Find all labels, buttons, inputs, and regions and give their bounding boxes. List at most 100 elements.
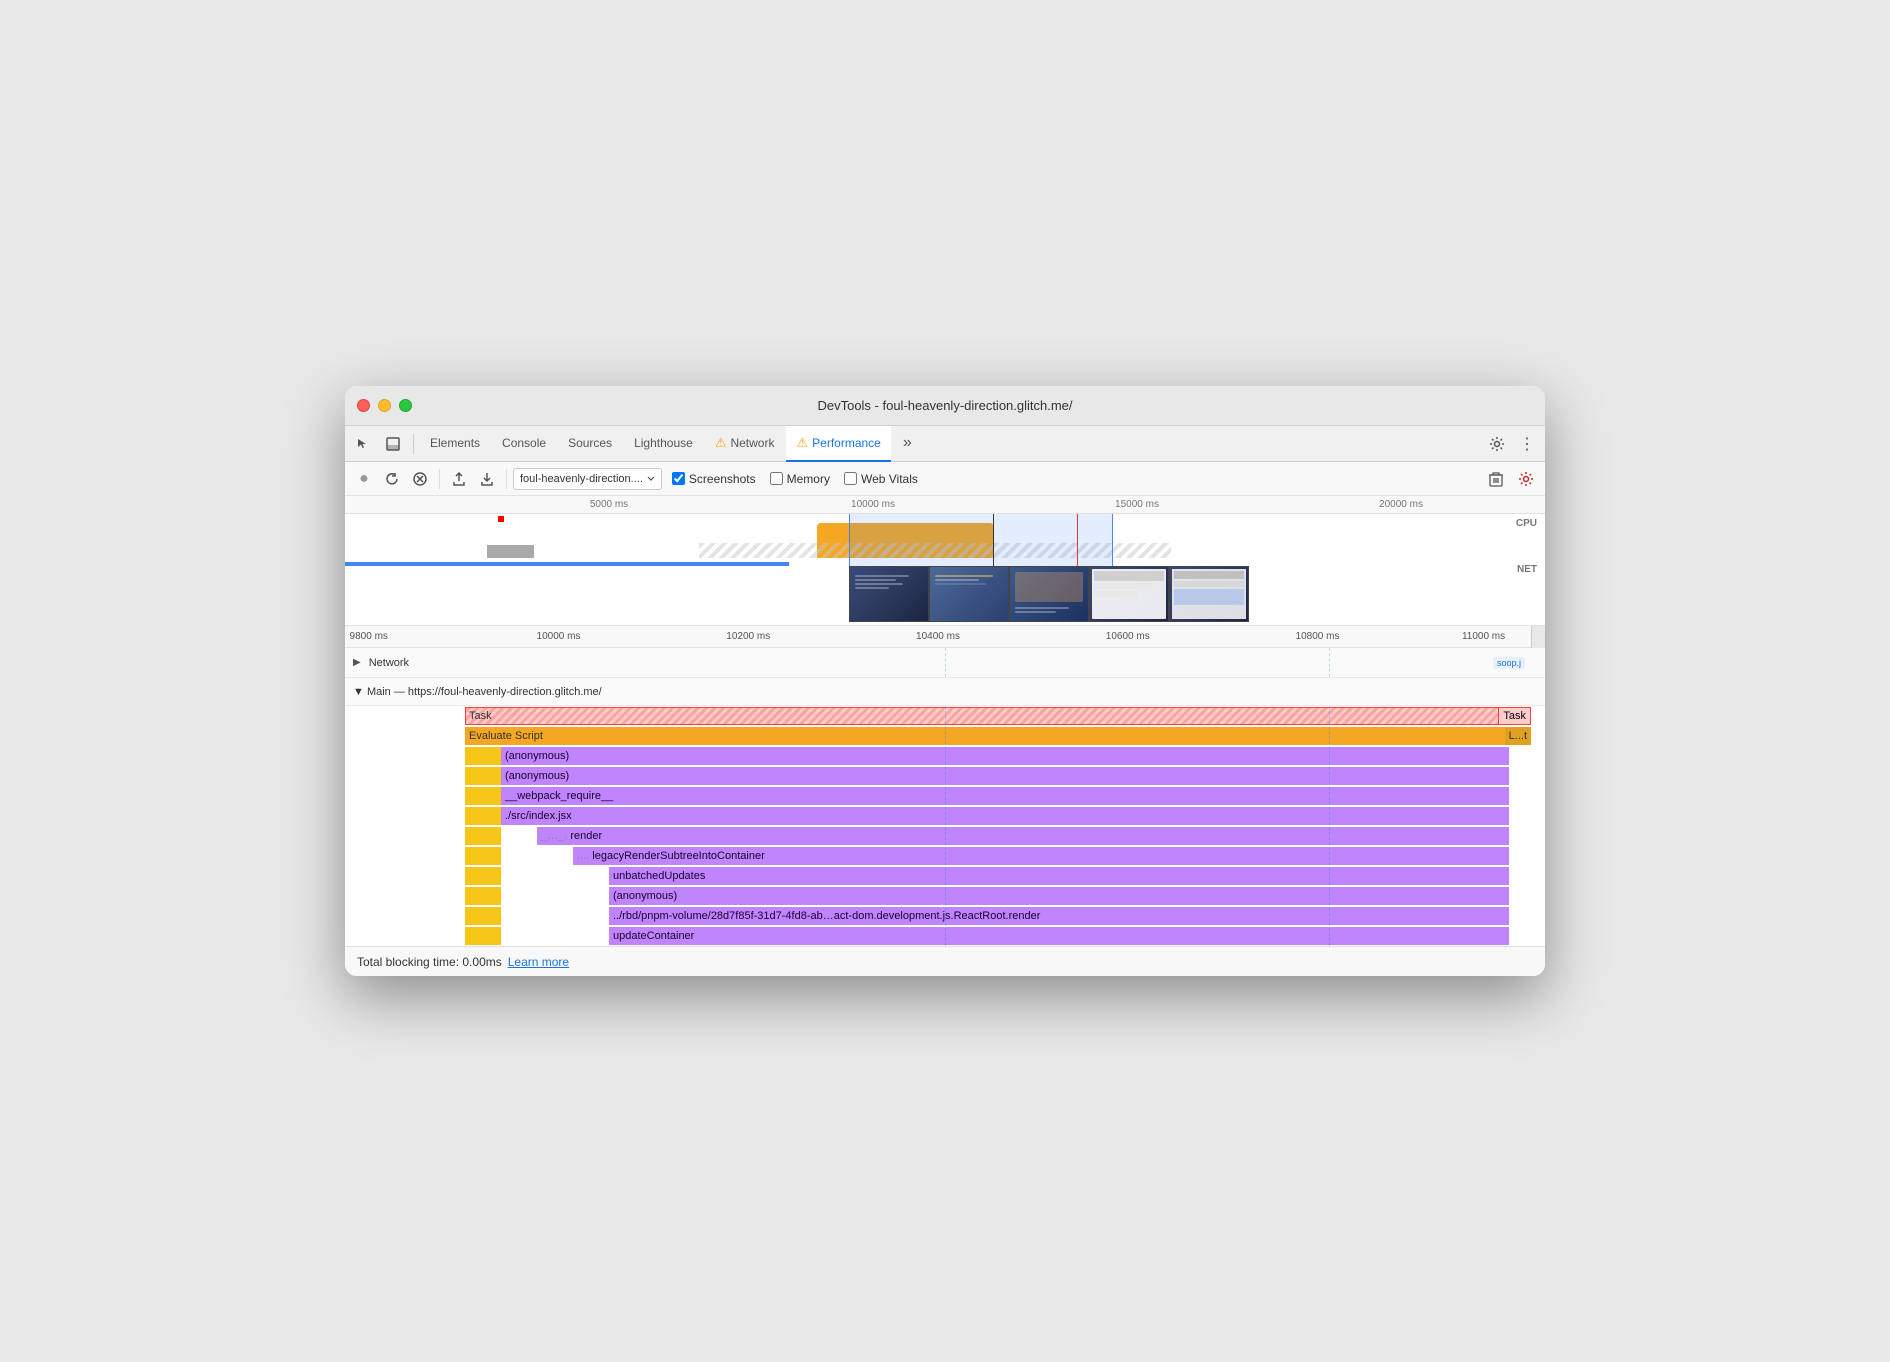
- upload-button[interactable]: [446, 466, 472, 492]
- flame-row-task[interactable]: Task Task: [345, 706, 1545, 726]
- tab-separator-1: [413, 434, 414, 454]
- dock-icon-btn[interactable]: [379, 430, 407, 458]
- flame-row-anon-3[interactable]: (anonymous): [345, 886, 1545, 906]
- devtools-body: Elements Console Sources Lighthouse ⚠ Ne…: [345, 426, 1545, 976]
- flame-row-unbatched[interactable]: unbatchedUpdates: [345, 866, 1545, 886]
- settings-icon-btn[interactable]: [1483, 430, 1511, 458]
- reload-button[interactable]: [379, 466, 405, 492]
- screenshot-5: [1169, 566, 1249, 622]
- unbatched-bar: unbatchedUpdates: [609, 867, 1509, 885]
- clear-trace-button[interactable]: [1483, 466, 1509, 492]
- web-vitals-checkbox[interactable]: [844, 472, 857, 485]
- toolbar-right: [1483, 466, 1539, 492]
- zoom-tick-11000: 11000 ms: [1462, 631, 1505, 642]
- more-tabs-icon: »: [903, 434, 912, 452]
- webpack-bar: __webpack_require__: [501, 787, 1509, 805]
- tbt-label: Total blocking time: 0.00ms: [357, 955, 502, 969]
- network-chevron: ▶: [353, 657, 361, 668]
- react-root-bar: ../rbd/pnpm-volume/28d7f85f-31d7-4fd8-ab…: [609, 907, 1509, 925]
- net-blue-bar: [345, 562, 789, 566]
- tab-more[interactable]: »: [893, 426, 922, 462]
- maximize-button[interactable]: [399, 399, 412, 412]
- screenshot-1: [849, 566, 929, 622]
- yellow-left-9: [465, 907, 501, 925]
- tick-5000: 5000 ms: [590, 499, 628, 510]
- render-bar: _…_. render: [537, 827, 1509, 845]
- timeline-ruler: 5000 ms 10000 ms 15000 ms 20000 ms: [345, 496, 1545, 514]
- main-section-label: ▼ Main — https://foul-heavenly-direction…: [353, 686, 602, 698]
- tab-performance[interactable]: ⚠ Performance: [786, 426, 890, 462]
- flame-row-legacy-render[interactable]: .... legacyRenderSubtreeIntoContainer: [345, 846, 1545, 866]
- src-index-bar: ./src/index.jsx: [501, 807, 1509, 825]
- tab-lighthouse[interactable]: Lighthouse: [624, 426, 703, 462]
- download-button[interactable]: [474, 466, 500, 492]
- flame-chart-area: ▶ Network soop.j ▼ Main — https://foul-h…: [345, 648, 1545, 946]
- zoom-tick-10200: 10200 ms: [726, 631, 770, 642]
- vdash-2: [1329, 648, 1330, 677]
- tab-console[interactable]: Console: [492, 426, 556, 462]
- url-value: foul-heavenly-direction....: [520, 473, 643, 485]
- main-section-header[interactable]: ▼ Main — https://foul-heavenly-direction…: [345, 678, 1545, 706]
- screenshot-2: [929, 566, 1009, 622]
- flame-row-update-container[interactable]: updateContainer: [345, 926, 1545, 946]
- devtools-window: DevTools - foul-heavenly-direction.glitc…: [345, 386, 1545, 976]
- yellow-left-6: [465, 847, 501, 865]
- toolbar-separator-2: [506, 469, 507, 489]
- flame-row-webpack[interactable]: __webpack_require__: [345, 786, 1545, 806]
- more-options-icon-btn[interactable]: ⋮: [1513, 430, 1541, 458]
- web-vitals-checkbox-label[interactable]: Web Vitals: [844, 472, 918, 486]
- zoomed-ruler: 9800 ms 10000 ms 10200 ms 10400 ms 10600…: [345, 626, 1531, 648]
- task-bar: Task: [465, 707, 1521, 725]
- flame-row-react-root[interactable]: ../rbd/pnpm-volume/28d7f85f-31d7-4fd8-ab…: [345, 906, 1545, 926]
- clear-button[interactable]: [407, 466, 433, 492]
- zoom-tick-9800: 10000 ms: [537, 631, 581, 642]
- yellow-left-4: [465, 807, 501, 825]
- window-title: DevTools - foul-heavenly-direction.glitc…: [817, 398, 1072, 413]
- flame-row-anon-1[interactable]: (anonymous): [345, 746, 1545, 766]
- tab-network[interactable]: ⚠ Network: [705, 426, 785, 462]
- screenshots-checkbox[interactable]: [672, 472, 685, 485]
- scrollbar-area: [1531, 626, 1545, 648]
- close-button[interactable]: [357, 399, 370, 412]
- toolbar-separator-1: [439, 469, 440, 489]
- tick-20000: 20000 ms: [1379, 499, 1423, 510]
- flame-row-eval-script[interactable]: Evaluate Script L...t: [345, 726, 1545, 746]
- yellow-left-1: [465, 747, 501, 765]
- minimize-button[interactable]: [378, 399, 391, 412]
- learn-more-link[interactable]: Learn more: [508, 955, 569, 969]
- yellow-left-5: [465, 827, 501, 845]
- task-right-label: Task: [1498, 707, 1531, 725]
- memory-checkbox-label[interactable]: Memory: [770, 472, 830, 486]
- network-section-header[interactable]: ▶ Network soop.j: [345, 648, 1545, 678]
- checkbox-group: Screenshots Memory Web Vitals: [672, 472, 918, 486]
- performance-warn-icon: ⚠: [796, 435, 808, 451]
- traffic-lights: [357, 399, 412, 412]
- yellow-left-2: [465, 767, 501, 785]
- tab-sources[interactable]: Sources: [558, 426, 622, 462]
- url-selector[interactable]: foul-heavenly-direction....: [513, 468, 662, 490]
- memory-checkbox[interactable]: [770, 472, 783, 485]
- flame-row-src-index[interactable]: ./src/index.jsx: [345, 806, 1545, 826]
- network-badge: soop.j: [1493, 657, 1525, 669]
- red-marker: [498, 516, 504, 522]
- zoom-tick-10600: 10600 ms: [1106, 631, 1150, 642]
- timeline-overview[interactable]: 5000 ms 10000 ms 15000 ms 20000 ms CPU N…: [345, 496, 1545, 626]
- eval-right-label: L...t: [1505, 727, 1531, 745]
- screenshot-4: [1089, 566, 1169, 622]
- tick-15000: 15000 ms: [1115, 499, 1159, 510]
- record-button[interactable]: ●: [351, 466, 377, 492]
- flame-row-render[interactable]: _…_. render: [345, 826, 1545, 846]
- flame-rows: Task Task Evaluate Script L...t (anonymo…: [345, 706, 1545, 946]
- vdash-1: [945, 648, 946, 677]
- zoom-tick-left: 9800 ms: [350, 631, 388, 642]
- tab-elements[interactable]: Elements: [420, 426, 490, 462]
- screenshot-3: [1009, 566, 1089, 622]
- yellow-left-3: [465, 787, 501, 805]
- flame-row-anon-2[interactable]: (anonymous): [345, 766, 1545, 786]
- anon-bar-1: (anonymous): [501, 747, 1509, 765]
- perf-settings-button[interactable]: [1513, 466, 1539, 492]
- timeline-tracks: CPU NET: [345, 514, 1545, 622]
- screenshots-checkbox-label[interactable]: Screenshots: [672, 472, 756, 486]
- anon-bar-2: (anonymous): [501, 767, 1509, 785]
- pointer-icon-btn[interactable]: [349, 430, 377, 458]
